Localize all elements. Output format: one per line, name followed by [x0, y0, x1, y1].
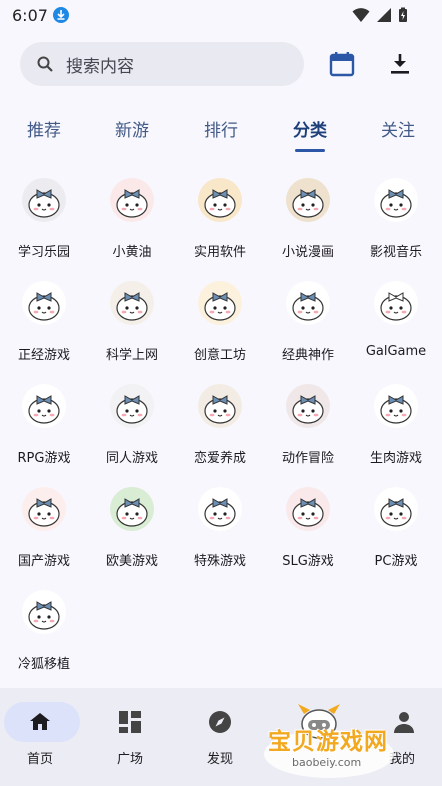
category-avatar — [198, 384, 242, 428]
nav-home-label: 首页 — [26, 752, 53, 767]
category-item[interactable]: 同人游戏 — [88, 384, 176, 484]
category-item[interactable]: 动作冒险 — [264, 384, 352, 484]
category-label: GalGame — [365, 344, 427, 359]
watermark-text: 宝贝游戏网 — [268, 729, 388, 755]
category-item[interactable]: 创意工坊 — [176, 281, 264, 381]
category-label: 冷狐移植 — [17, 657, 70, 672]
category-item[interactable]: 生肉游戏 — [352, 384, 440, 484]
nav-plaza[interactable]: 广场 — [88, 688, 176, 786]
tab-recommend[interactable]: 推荐 — [27, 116, 61, 141]
tab-new-games[interactable]: 新游 — [115, 116, 149, 141]
category-label: 经典神作 — [281, 348, 334, 363]
category-label: 影视音乐 — [369, 245, 422, 260]
category-label: 科学上网 — [105, 348, 158, 363]
category-avatar — [110, 384, 154, 428]
category-label: 欧美游戏 — [105, 554, 158, 569]
calendar-icon[interactable] — [328, 50, 356, 78]
search-placeholder: 搜索内容 — [66, 56, 134, 77]
category-avatar — [374, 487, 418, 531]
category-avatar — [374, 384, 418, 428]
category-label: 正经游戏 — [17, 348, 70, 363]
download-icon[interactable] — [386, 50, 414, 78]
category-item[interactable]: 正经游戏 — [0, 281, 88, 381]
category-label: RPG游戏 — [17, 451, 71, 466]
category-label: 动作冒险 — [281, 451, 334, 466]
category-item[interactable]: GalGame — [352, 281, 440, 381]
nav-discover-label: 发现 — [206, 752, 233, 767]
compass-icon — [209, 711, 231, 733]
category-item[interactable]: 科学上网 — [88, 281, 176, 381]
category-avatar — [22, 487, 66, 531]
active-tab-indicator — [295, 149, 325, 152]
category-avatar — [286, 281, 330, 325]
category-avatar — [22, 590, 66, 634]
nav-discover[interactable]: 发现 — [176, 688, 264, 786]
category-item[interactable]: 影视音乐 — [352, 178, 440, 278]
category-avatar — [374, 281, 418, 325]
category-item[interactable]: 冷狐移植 — [0, 590, 88, 690]
category-avatar — [286, 487, 330, 531]
nav-plaza-label: 广场 — [116, 752, 143, 767]
tab-following[interactable]: 关注 — [381, 116, 415, 141]
signal-icon — [377, 8, 391, 22]
category-item[interactable]: 经典神作 — [264, 281, 352, 381]
search-icon — [37, 56, 53, 72]
status-icons — [352, 7, 408, 23]
category-item[interactable]: RPG游戏 — [0, 384, 88, 484]
category-tabs: 推荐 新游 排行 分类 关注 — [0, 112, 442, 158]
category-label: 小说漫画 — [281, 245, 334, 260]
watermark: 宝贝游戏网 baobeiy.com — [264, 700, 414, 782]
category-avatar — [286, 384, 330, 428]
category-avatar — [198, 281, 242, 325]
category-item[interactable]: 学习乐园 — [0, 178, 88, 278]
category-avatar — [198, 487, 242, 531]
category-label: 国产游戏 — [17, 554, 70, 569]
status-bar: 6:07 — [0, 0, 442, 30]
watermark-url: baobeiy.com — [292, 756, 362, 769]
category-item[interactable]: 恋爱养成 — [176, 384, 264, 484]
category-label: SLG游戏 — [282, 554, 334, 569]
category-avatar — [198, 178, 242, 222]
category-avatar — [286, 178, 330, 222]
download-notification-icon — [53, 7, 69, 23]
category-item[interactable]: 特殊游戏 — [176, 487, 264, 587]
search-input[interactable]: 搜索内容 — [20, 42, 304, 86]
grid-icon — [119, 711, 141, 733]
category-item[interactable]: 小黄油 — [88, 178, 176, 278]
category-label: PC游戏 — [374, 554, 418, 569]
category-avatar — [22, 178, 66, 222]
category-avatar — [110, 281, 154, 325]
battery-icon — [399, 7, 407, 22]
category-item[interactable]: PC游戏 — [352, 487, 440, 587]
tab-categories[interactable]: 分类 — [293, 116, 327, 141]
category-label: 恋爱养成 — [193, 451, 246, 466]
category-label: 生肉游戏 — [369, 451, 422, 466]
category-avatar — [110, 487, 154, 531]
category-label: 实用软件 — [193, 245, 246, 260]
home-icon — [30, 713, 50, 730]
category-label: 同人游戏 — [105, 451, 158, 466]
category-label: 学习乐园 — [17, 245, 70, 260]
category-label: 小黄油 — [112, 245, 152, 260]
status-time: 6:07 — [12, 6, 48, 25]
category-item[interactable]: 欧美游戏 — [88, 487, 176, 587]
category-avatar — [110, 178, 154, 222]
category-item[interactable]: SLG游戏 — [264, 487, 352, 587]
category-label: 特殊游戏 — [193, 554, 246, 569]
wifi-icon — [352, 8, 370, 22]
category-avatar — [22, 384, 66, 428]
tab-ranking[interactable]: 排行 — [204, 116, 238, 141]
category-avatar — [22, 281, 66, 325]
category-item[interactable]: 小说漫画 — [264, 178, 352, 278]
category-label: 创意工坊 — [193, 348, 246, 363]
nav-home[interactable]: 首页 — [0, 688, 88, 786]
category-item[interactable]: 国产游戏 — [0, 487, 88, 587]
category-item[interactable]: 实用软件 — [176, 178, 264, 278]
category-avatar — [374, 178, 418, 222]
